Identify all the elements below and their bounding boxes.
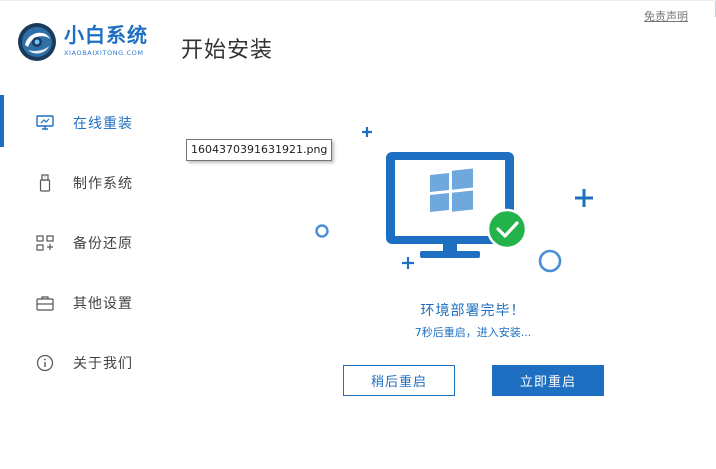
sidebar-item-label: 制作系统 [73,176,133,192]
status-title: 环境部署完毕！ [420,303,526,319]
indicator-slot [0,215,4,267]
indicator-slot [0,155,4,207]
disclaimer-link[interactable]: 免责声明 [644,8,688,24]
backup-icon [36,234,54,252]
sidebar-item-label: 其他设置 [73,296,133,312]
logo-emblem-icon [16,21,58,63]
logo-title: 小白系统 [64,23,148,47]
sidebar-item-make-system[interactable]: 制作系统 [0,153,160,213]
indicator-slot [0,275,4,327]
indicator-slot [0,335,4,387]
status-countdown: 7秒后重启，进入安装... [414,326,532,339]
ring-decoration-icon [315,224,329,238]
usb-icon [36,174,54,192]
sidebar-item-about-us[interactable]: 关于我们 [0,333,160,393]
plus-decoration-icon [402,257,414,269]
ring-decoration-icon [538,249,562,273]
restart-later-button[interactable]: 稍后重启 [343,365,455,396]
install-illustration [300,121,620,291]
sidebar-item-label: 备份还原 [73,236,133,252]
app-logo: 小白系统 XIAOBAIXITONG.COM [16,21,148,63]
sidebar-item-online-reinstall[interactable]: 在线重装 [0,93,160,153]
briefcase-icon [36,294,54,312]
plus-decoration-icon [362,127,372,137]
plus-decoration-icon [575,189,593,207]
page-title: 开始安装 [181,38,274,63]
sidebar-item-label: 在线重装 [73,116,133,132]
info-icon [36,354,54,372]
active-indicator [0,95,4,147]
logo-subtitle: XIAOBAIXITONG.COM [64,49,144,57]
sidebar-item-label: 关于我们 [73,356,133,372]
sidebar-nav: 在线重装 制作系统 备份还原 其他设置 关于我们 [0,93,160,393]
sidebar-item-backup-restore[interactable]: 备份还原 [0,213,160,273]
monitor-icon [36,114,54,132]
installer-window: 小白系统 XIAOBAIXITONG.COM 开始安装 免责声明 在线重装 制作… [0,0,716,469]
success-check-icon [486,208,528,250]
sidebar-item-other-settings[interactable]: 其他设置 [0,273,160,333]
restart-now-button[interactable]: 立即重启 [492,365,604,396]
